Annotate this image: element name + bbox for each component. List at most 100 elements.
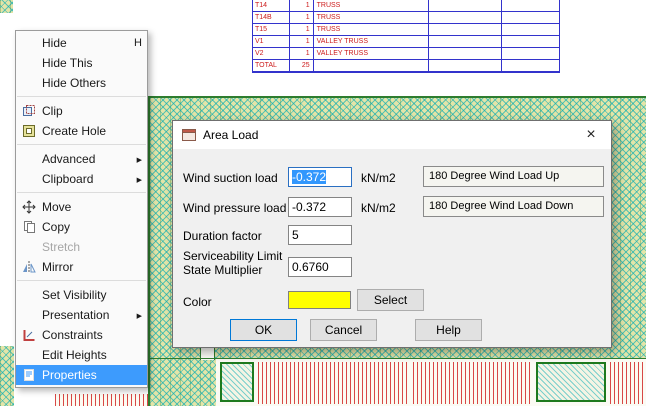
menu-separator <box>17 192 146 193</box>
wind-pressure-load-input[interactable]: -0.372 <box>288 197 352 217</box>
help-button[interactable]: Help <box>415 319 482 341</box>
truss-mark-cell: T14B <box>253 12 289 23</box>
menu-item-hide-others[interactable]: Hide Others <box>16 73 147 93</box>
truss-schedule-table: T14 1 TRUSS T14B 1 TRUSS T15 1 TRUSS V1 … <box>252 0 560 73</box>
cad-red-hatch-strip <box>610 362 643 404</box>
menu-item-clip[interactable]: Clip <box>16 101 147 121</box>
truss-qty-cell: 1 <box>289 36 313 47</box>
truss-qty-cell: 25 <box>289 60 313 71</box>
move-icon <box>16 200 42 214</box>
cad-red-hatch-strip <box>258 362 408 404</box>
menu-item-set-visibility[interactable]: Set Visibility <box>16 285 147 305</box>
truss-desc-cell: TRUSS <box>313 12 428 23</box>
submenu-arrow-icon: ▶ <box>129 311 142 320</box>
constraints-icon <box>16 328 42 342</box>
menu-item-label: Move <box>42 200 129 214</box>
menu-item-hide[interactable]: Hide H <box>16 33 147 53</box>
truss-qty-cell: 1 <box>289 12 313 23</box>
wind-suction-note-box[interactable]: 180 Degree Wind Load Up <box>423 166 604 187</box>
empty-cell <box>501 24 559 35</box>
menu-item-label: Constraints <box>42 328 129 342</box>
menu-separator <box>17 280 146 281</box>
menu-item-label: Edit Heights <box>42 348 129 362</box>
truss-desc-cell <box>313 60 428 71</box>
menu-item-mirror[interactable]: Mirror <box>16 257 147 277</box>
truss-mark-cell: V2 <box>253 48 289 59</box>
menu-item-copy[interactable]: Copy <box>16 217 147 237</box>
empty-cell <box>428 12 502 23</box>
wind-suction-load-label: Wind suction load <box>183 171 278 185</box>
duration-factor-input[interactable]: 5 <box>288 225 352 245</box>
empty-cell <box>428 36 502 47</box>
color-swatch <box>288 291 351 309</box>
clip-icon <box>16 104 42 118</box>
properties-icon <box>16 368 42 382</box>
empty-cell <box>501 48 559 59</box>
serviceability-multiplier-label: Serviceability Limit State Multiplier <box>183 249 288 277</box>
truss-desc-cell: VALLEY TRUSS <box>313 36 428 47</box>
app-screen: T14 1 TRUSS T14B 1 TRUSS T15 1 TRUSS V1 … <box>0 0 646 406</box>
truss-mark-cell: T15 <box>253 24 289 35</box>
select-color-button[interactable]: Select <box>357 289 424 311</box>
menu-item-label: Stretch <box>42 240 129 254</box>
truss-desc-cell: VALLEY TRUSS <box>313 48 428 59</box>
truss-desc-cell: TRUSS <box>313 0 428 11</box>
menu-item-move[interactable]: Move <box>16 197 147 217</box>
unit-label: kN/m2 <box>361 201 396 215</box>
truss-mark-cell: V1 <box>253 36 289 47</box>
copy-icon <box>16 220 42 234</box>
wind-pressure-load-label: Wind pressure load <box>183 201 286 215</box>
wind-suction-load-input[interactable]: -0.372 <box>288 167 352 187</box>
menu-item-constraints[interactable]: Constraints <box>16 325 147 345</box>
truss-mark-cell: TOTAL <box>253 60 289 71</box>
truss-qty-cell: 1 <box>289 0 313 11</box>
area-load-dialog-icon <box>181 127 197 143</box>
cad-red-hatch-strip <box>413 362 531 404</box>
menu-item-label: Advanced <box>42 152 129 166</box>
ok-button[interactable]: OK <box>230 319 297 341</box>
color-label: Color <box>183 295 212 309</box>
dialog-title: Area Load <box>203 128 258 142</box>
submenu-arrow-icon: ▶ <box>129 155 142 164</box>
empty-cell <box>428 0 502 11</box>
table-row: T14B 1 TRUSS <box>253 12 559 24</box>
empty-cell <box>501 0 559 11</box>
cad-corner-region <box>0 0 13 13</box>
serviceability-multiplier-input[interactable]: 0.6760 <box>288 257 352 277</box>
close-icon[interactable]: × <box>571 121 611 149</box>
dialog-titlebar[interactable]: Area Load × <box>173 121 611 149</box>
table-total-row: TOTAL 25 <box>253 60 559 72</box>
menu-item-label: Hide This <box>42 56 129 70</box>
truss-desc-cell: TRUSS <box>313 24 428 35</box>
submenu-arrow-icon: ▶ <box>129 175 142 184</box>
menu-item-edit-heights[interactable]: Edit Heights <box>16 345 147 365</box>
cad-green-box <box>220 362 254 402</box>
menu-item-label: Hide <box>42 36 129 50</box>
menu-item-hide-this[interactable]: Hide This <box>16 53 147 73</box>
menu-item-label: Hide Others <box>42 76 129 90</box>
mirror-icon <box>16 260 42 274</box>
cad-green-box <box>536 362 606 402</box>
truss-qty-cell: 1 <box>289 24 313 35</box>
truss-qty-cell: 1 <box>289 48 313 59</box>
empty-cell <box>501 60 559 71</box>
unit-label: kN/m2 <box>361 171 396 185</box>
table-row: V1 1 VALLEY TRUSS <box>253 36 559 48</box>
menu-item-properties[interactable]: Properties <box>16 365 147 385</box>
cad-bottomleft-region <box>0 346 14 406</box>
menu-item-label: Presentation <box>42 308 129 322</box>
cancel-button[interactable]: Cancel <box>310 319 377 341</box>
menu-item-advanced[interactable]: Advanced ▶ <box>16 149 147 169</box>
empty-cell <box>501 12 559 23</box>
menu-item-label: Mirror <box>42 260 129 274</box>
menu-item-label: Clip <box>42 104 129 118</box>
menu-item-label: Create Hole <box>42 124 129 138</box>
menu-item-label: Set Visibility <box>42 288 129 302</box>
table-row: T15 1 TRUSS <box>253 24 559 36</box>
selected-input-value: -0.372 <box>292 170 326 184</box>
menu-item-create-hole[interactable]: Create Hole <box>16 121 147 141</box>
wind-pressure-note-box[interactable]: 180 Degree Wind Load Down <box>423 196 604 217</box>
menu-item-clipboard[interactable]: Clipboard ▶ <box>16 169 147 189</box>
menu-item-presentation[interactable]: Presentation ▶ <box>16 305 147 325</box>
menu-item-stretch: Stretch <box>16 237 147 257</box>
